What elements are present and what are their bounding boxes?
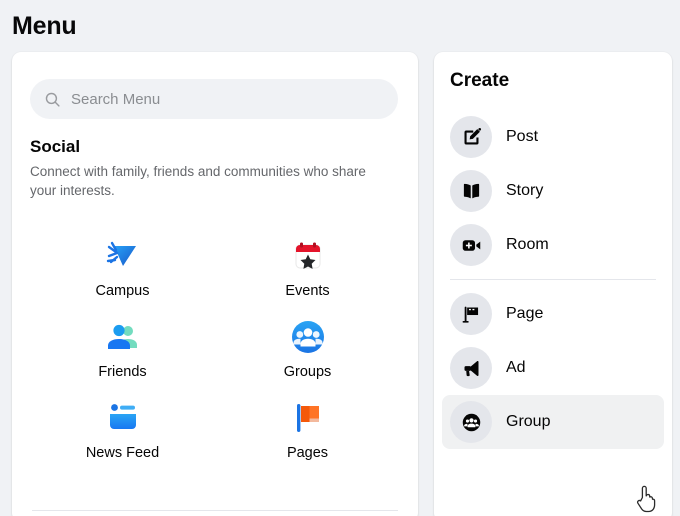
create-item-label: Ad	[506, 359, 526, 376]
create-item-room[interactable]: Room	[442, 218, 664, 272]
create-group-divider	[450, 279, 656, 280]
social-item-friends[interactable]: Friends	[30, 311, 215, 384]
social-item-pages[interactable]: Pages	[215, 392, 400, 465]
groups-icon	[291, 321, 324, 353]
create-item-ad[interactable]: Ad	[442, 341, 664, 395]
create-item-label: Room	[506, 236, 549, 253]
pages-icon	[296, 404, 319, 432]
create-item-story[interactable]: Story	[442, 164, 664, 218]
page-flag-icon	[450, 293, 492, 335]
create-item-group[interactable]: Group	[442, 395, 664, 449]
create-items-list: Post Story Room Page Ad Group	[442, 110, 664, 449]
create-card: Create Post Story Room Page Ad Group	[434, 52, 672, 516]
search-input[interactable]	[71, 90, 371, 108]
social-item-groups[interactable]: Groups	[215, 311, 400, 384]
social-item-news-feed[interactable]: News Feed	[30, 392, 215, 465]
friends-icon	[107, 324, 137, 349]
social-item-campus[interactable]: Campus	[30, 230, 215, 303]
story-icon	[450, 170, 492, 212]
post-icon	[450, 116, 492, 158]
group-icon	[450, 401, 492, 443]
menu-card: Social Connect with family, friends and …	[12, 52, 418, 516]
social-item-label: Events	[285, 283, 330, 299]
create-item-label: Story	[506, 182, 544, 199]
create-item-post[interactable]: Post	[442, 110, 664, 164]
social-section-heading: Social	[30, 137, 81, 156]
create-item-page[interactable]: Page	[442, 287, 664, 341]
events-icon	[295, 242, 320, 269]
create-heading: Create	[450, 70, 510, 91]
menu-section-divider	[32, 510, 398, 511]
social-item-label: News Feed	[85, 445, 160, 461]
menu-page: Menu Social Connect with family, friends…	[0, 0, 680, 516]
page-title: Menu	[12, 12, 77, 40]
news-feed-icon	[109, 404, 136, 429]
create-item-label: Post	[506, 128, 539, 145]
ad-megaphone-icon	[450, 347, 492, 389]
social-item-label: Friends	[98, 364, 147, 380]
social-item-label: Pages	[286, 445, 329, 461]
create-item-label: Group	[506, 413, 551, 430]
campus-icon	[106, 241, 136, 266]
search-icon	[45, 92, 60, 107]
social-items-grid: Campus Events Friends Groups News Feed P…	[30, 230, 400, 465]
social-item-label: Campus	[95, 283, 150, 299]
search-bar[interactable]	[30, 79, 398, 119]
room-icon	[450, 224, 492, 266]
social-item-label: Groups	[283, 364, 332, 380]
social-item-events[interactable]: Events	[215, 230, 400, 303]
create-item-label: Page	[506, 305, 544, 322]
social-section-description: Connect with family, friends and communi…	[30, 164, 366, 198]
